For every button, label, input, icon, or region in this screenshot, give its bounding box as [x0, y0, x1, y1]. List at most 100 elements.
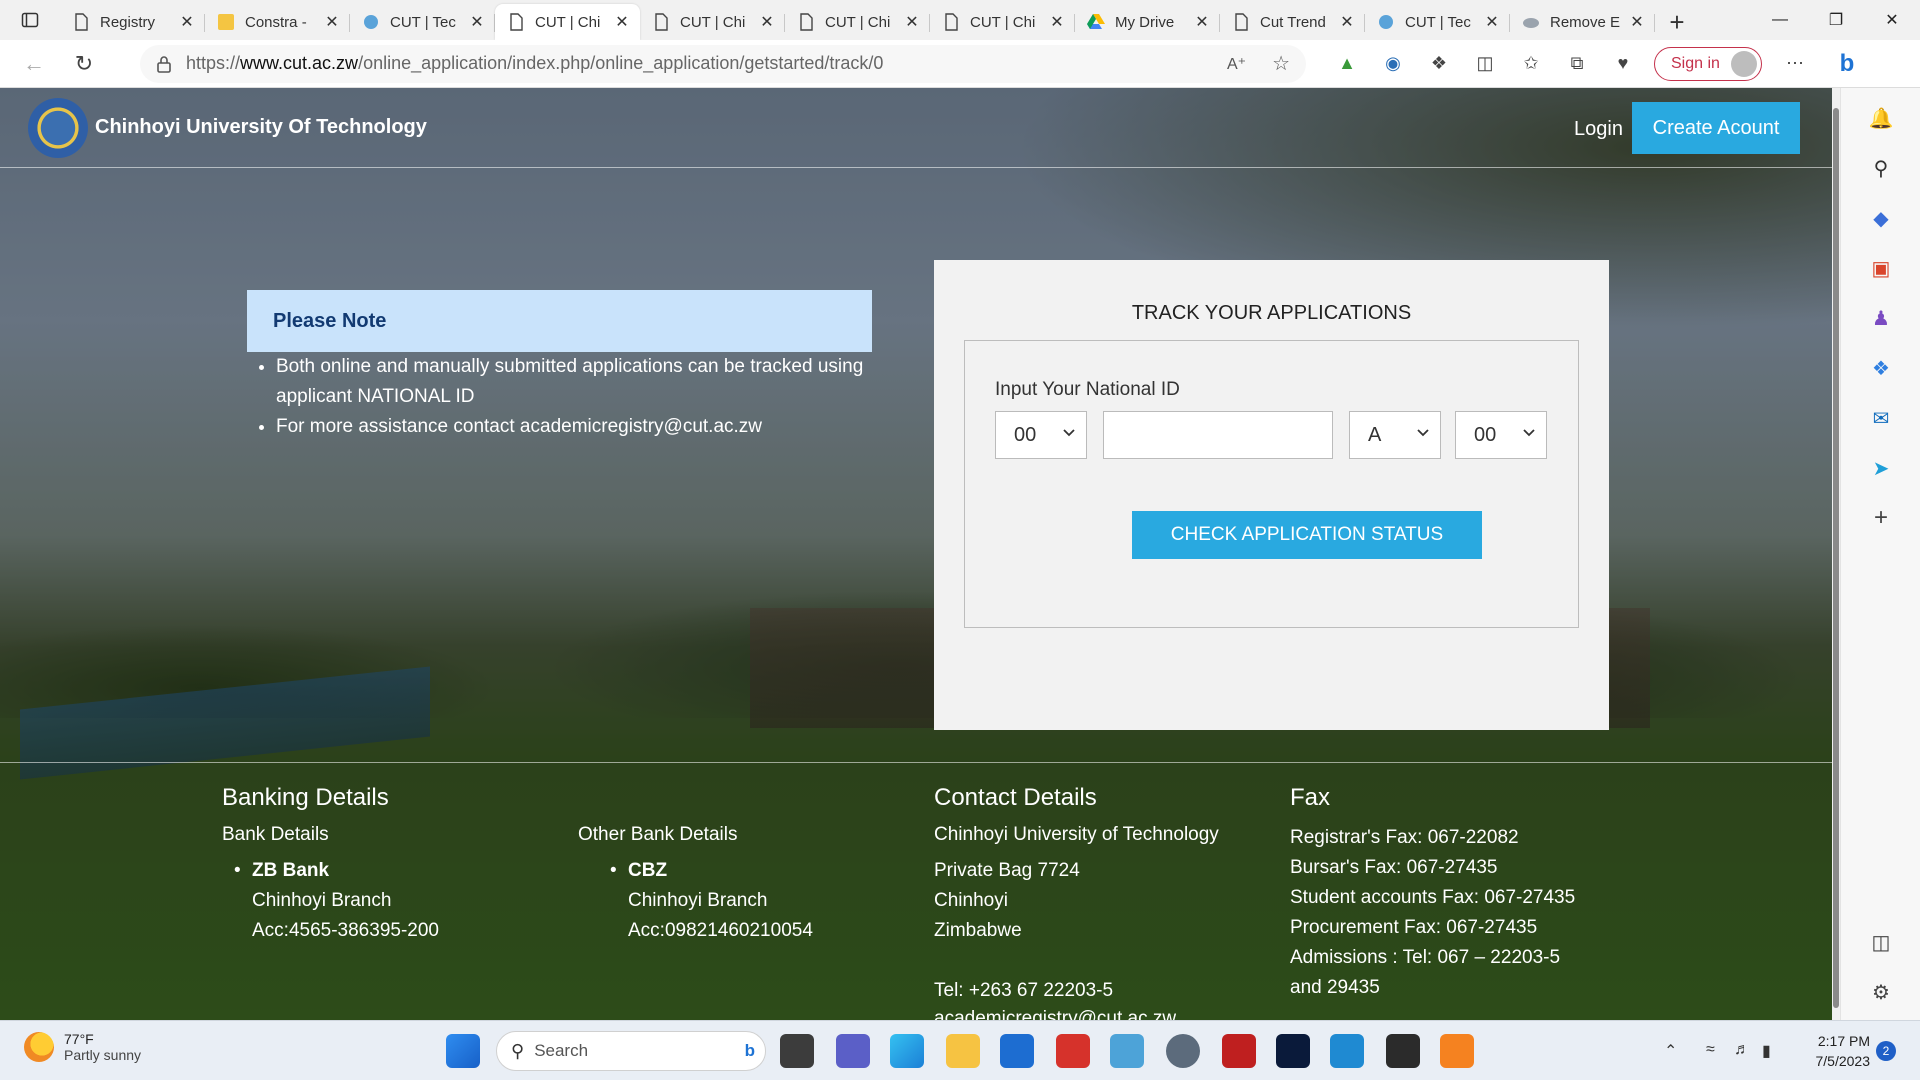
refresh-button[interactable]: ↻: [64, 44, 104, 84]
scrollbar-thumb[interactable]: [1833, 108, 1839, 1008]
browser-tab[interactable]: Registry ✕: [60, 4, 205, 40]
tab-title: CUT | Tec: [390, 13, 456, 31]
games-icon[interactable]: ♟: [1867, 304, 1895, 332]
extensions-puzzle-icon[interactable]: ❖: [1416, 44, 1462, 84]
browser-tab[interactable]: My Drive ✕: [1075, 4, 1220, 40]
footer-divider: [0, 762, 1832, 763]
close-tab-icon[interactable]: ✕: [322, 12, 342, 32]
university-logo[interactable]: [28, 98, 88, 158]
tab-actions-icon: [21, 12, 39, 28]
browser-tab[interactable]: Cut Trend ✕: [1220, 4, 1365, 40]
close-tab-icon[interactable]: ✕: [1337, 12, 1357, 32]
close-window-button[interactable]: ✕: [1864, 0, 1920, 40]
task-view-icon[interactable]: [780, 1034, 814, 1068]
photoshop-icon[interactable]: [1276, 1034, 1310, 1068]
login-link[interactable]: Login: [1574, 118, 1623, 141]
globe-icon: [362, 13, 380, 31]
control-panel-icon[interactable]: [1110, 1034, 1144, 1068]
microsoft-store-icon[interactable]: [1000, 1034, 1034, 1068]
browser-essentials-icon[interactable]: ♥: [1600, 44, 1646, 84]
favorite-star-icon[interactable]: ☆: [1272, 51, 1290, 76]
search-placeholder: Search: [534, 1041, 589, 1060]
chevron-down-icon: [1523, 429, 1535, 437]
page-icon: [797, 13, 815, 31]
extension-icon[interactable]: ▲: [1324, 44, 1370, 84]
filezilla-icon[interactable]: [1222, 1034, 1256, 1068]
taskbar-search-box[interactable]: ⚲ Search b: [496, 1031, 766, 1071]
search-icon[interactable]: ⚲: [1867, 154, 1895, 182]
browser-tab[interactable]: Remove E ✕: [1510, 4, 1655, 40]
browser-tab[interactable]: CUT | Tec ✕: [1365, 4, 1510, 40]
show-hidden-icons-chevron-icon[interactable]: ⌃: [1664, 1041, 1677, 1061]
favorites-icon[interactable]: ✩: [1508, 44, 1554, 84]
back-button[interactable]: ←: [14, 44, 54, 84]
wps-office-icon[interactable]: [1056, 1034, 1090, 1068]
close-tab-icon[interactable]: ✕: [757, 12, 777, 32]
xampp-icon[interactable]: [1440, 1034, 1474, 1068]
minimize-button[interactable]: —: [1752, 0, 1808, 40]
fax-heading: Fax: [1290, 784, 1331, 811]
search-icon: ⚲: [511, 1040, 525, 1061]
check-application-status-button[interactable]: CHECK APPLICATION STATUS: [1132, 511, 1482, 559]
browser-tab[interactable]: CUT | Tec ✕: [350, 4, 495, 40]
contact-email[interactable]: academicregistry@cut.ac.zw: [934, 1004, 1176, 1020]
close-tab-icon[interactable]: ✕: [177, 12, 197, 32]
teams-chat-icon[interactable]: [836, 1034, 870, 1068]
close-tab-icon[interactable]: ✕: [1192, 12, 1212, 32]
globe-extension-icon[interactable]: ◉: [1370, 44, 1416, 84]
windows-start-icon[interactable]: [446, 1034, 480, 1068]
close-tab-icon[interactable]: ✕: [467, 12, 487, 32]
browser-tab[interactable]: CUT | Chi ✕: [785, 4, 930, 40]
browser-tab[interactable]: Constra - ✕: [205, 4, 350, 40]
outlook-icon[interactable]: ✉: [1867, 404, 1895, 432]
site-brand[interactable]: Chinhoyi University Of Technology: [95, 116, 427, 139]
national-id-number-input[interactable]: [1103, 411, 1333, 459]
close-tab-icon[interactable]: ✕: [1482, 12, 1502, 32]
vscode-icon[interactable]: [1330, 1034, 1364, 1068]
close-tab-icon[interactable]: ✕: [1627, 12, 1647, 32]
sign-in-button[interactable]: Sign in: [1654, 46, 1762, 81]
fax-line: Bursar's Fax: 067-27435: [1290, 857, 1498, 878]
browser-tab[interactable]: CUT | Chi ✕: [495, 4, 640, 40]
battery-icon[interactable]: ▮: [1762, 1041, 1771, 1061]
close-tab-icon[interactable]: ✕: [1047, 12, 1067, 32]
read-aloud-icon[interactable]: A⁺: [1227, 54, 1246, 74]
settings-icon[interactable]: [1166, 1034, 1200, 1068]
more-menu-icon[interactable]: ⋯: [1772, 44, 1818, 84]
notifications-icon[interactable]: 🔔: [1867, 104, 1895, 132]
close-tab-icon[interactable]: ✕: [902, 12, 922, 32]
hide-sidebar-icon[interactable]: ◫: [1867, 928, 1895, 956]
national-id-label: Input Your National ID: [995, 379, 1180, 400]
create-account-button[interactable]: Create Acount: [1632, 102, 1800, 154]
address-bar[interactable]: https://www.cut.ac.zw/online_application…: [140, 44, 1306, 83]
split-screen-icon[interactable]: ◫: [1462, 44, 1508, 84]
national-id-suffix-select[interactable]: 00: [1455, 411, 1547, 459]
copilot-icon[interactable]: b: [1824, 44, 1870, 84]
tab-title: CUT | Tec: [1405, 13, 1471, 31]
system-clock[interactable]: 2:17 PM 7/5/2023: [1790, 1031, 1871, 1071]
drop-icon[interactable]: ➤: [1867, 454, 1895, 482]
microsoft-365-icon[interactable]: ❖: [1867, 354, 1895, 382]
volume-icon[interactable]: ♬: [1734, 1041, 1750, 1059]
page-scrollbar[interactable]: [1832, 88, 1840, 1020]
close-tab-icon[interactable]: ✕: [612, 12, 632, 32]
new-tab-button[interactable]: +: [1655, 4, 1699, 40]
tab-actions-button[interactable]: [0, 0, 60, 40]
national-id-letter-select[interactable]: A: [1349, 411, 1441, 459]
weather-widget[interactable]: 77°F Partly sunny: [24, 1031, 141, 1063]
tools-icon[interactable]: ▣: [1867, 254, 1895, 282]
terminal-icon[interactable]: [1386, 1034, 1420, 1068]
browser-tab[interactable]: CUT | Chi ✕: [640, 4, 785, 40]
settings-gear-icon[interactable]: ⚙: [1867, 978, 1895, 1006]
wifi-icon[interactable]: ≈: [1706, 1041, 1715, 1059]
maximize-button[interactable]: ❐: [1808, 0, 1864, 40]
add-sidebar-app-icon[interactable]: +: [1867, 504, 1895, 532]
contact-telephone: Tel: +263 67 22203-5: [934, 980, 1114, 1001]
notification-badge[interactable]: 2: [1876, 1041, 1896, 1061]
file-explorer-icon[interactable]: [946, 1034, 980, 1068]
edge-browser-icon[interactable]: [890, 1034, 924, 1068]
collections-icon[interactable]: ⧉: [1554, 44, 1600, 84]
national-id-district-select[interactable]: 00: [995, 411, 1087, 459]
shopping-tag-icon[interactable]: ◆: [1867, 204, 1895, 232]
browser-tab[interactable]: CUT | Chi ✕: [930, 4, 1075, 40]
